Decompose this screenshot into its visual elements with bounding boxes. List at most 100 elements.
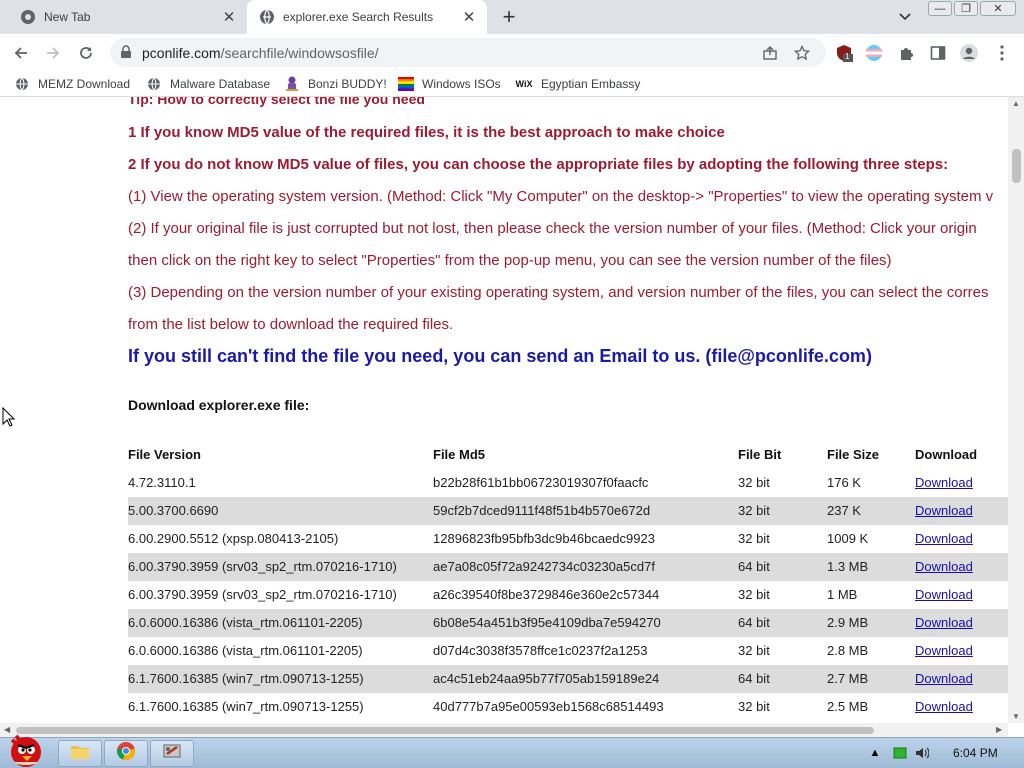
file-size-cell: 1 MB (827, 587, 858, 602)
horizontal-scroll-thumb[interactable] (16, 727, 874, 734)
close-icon[interactable]: ✕ (459, 7, 479, 27)
download-link[interactable]: Download (915, 475, 973, 490)
file-size-cell: 2.5 MB (827, 699, 869, 714)
table-row: 6.0.6000.16386 (vista_rtm.061101-2205) d… (128, 637, 1008, 665)
back-button[interactable] (8, 40, 34, 66)
volume-icon[interactable] (915, 746, 929, 760)
taskbar: ▲ 6:04 PM (0, 734, 1024, 768)
bookmark-bonzi-buddy[interactable]: Bonzi BUDDY! (284, 75, 387, 93)
file-md5-cell: 59cf2b7dced9111f48f51b4b570e672d (433, 503, 651, 518)
column-header-file-md5: File Md5 (433, 447, 486, 462)
profile-avatar-icon[interactable] (959, 43, 979, 63)
app-tools-icon (162, 742, 182, 765)
url-text[interactable]: pconlife.com/searchfile/windowsosfile/ (142, 45, 379, 61)
vertical-scroll-thumb[interactable] (1012, 149, 1021, 183)
download-link[interactable]: Download (915, 615, 973, 630)
restore-button[interactable]: ❐ (954, 1, 978, 16)
globe-icon (259, 9, 275, 25)
file-bit-cell: 32 bit (738, 587, 770, 602)
new-tab-button[interactable]: + (497, 4, 521, 29)
table-row: 6.0.6000.16386 (vista_rtm.061101-2205) 6… (128, 609, 1008, 637)
window-close-button[interactable]: ✕ (980, 1, 1016, 16)
mouse-cursor-icon (2, 407, 16, 427)
tip-heading: Tip: How to correctly select the file yo… (128, 97, 425, 107)
tab-title: explorer.exe Search Results (283, 10, 434, 24)
taskbar-explorer-button[interactable] (58, 740, 102, 767)
email-contact-line: If you still can't find the file you nee… (128, 346, 872, 366)
tab-new-tab[interactable]: New Tab ✕ (0, 0, 247, 34)
file-version-cell: 6.00.2900.5512 (xpsp.080413-2105) (128, 531, 339, 546)
column-header-file-bit: File Bit (738, 447, 782, 462)
column-header-file-size: File Size (827, 447, 880, 462)
file-md5-cell: ae7a08c05f72a9242734c03230a5cd7f (433, 559, 655, 574)
page-content: Tip: How to correctly select the file yo… (0, 97, 1008, 723)
scroll-up-arrow-icon[interactable]: ▲ (1012, 99, 1020, 108)
star-icon[interactable] (793, 44, 811, 62)
download-link[interactable]: Download (915, 699, 973, 714)
horizontal-scrollbar[interactable]: ◀ ▶ (0, 723, 1008, 737)
file-bit-cell: 64 bit (738, 671, 770, 686)
table-row: 6.00.2900.5512 (xpsp.080413-2105) 128968… (128, 525, 1008, 553)
file-size-cell: 2.7 MB (827, 671, 869, 686)
show-hidden-icons-icon[interactable]: ▲ (868, 746, 882, 760)
extension-shield-icon[interactable]: 1 (834, 43, 854, 63)
bookmark-malware-database[interactable]: Malware Database (146, 75, 270, 93)
file-size-cell: 1009 K (827, 531, 869, 546)
share-icon[interactable] (761, 44, 779, 62)
table-row: 6.00.3790.3959 (srv03_sp2_rtm.070216-171… (128, 581, 1008, 609)
file-size-cell: 237 K (827, 503, 861, 518)
instruction-step-2: 2 If you do not know MD5 value of files,… (128, 156, 949, 173)
side-panel-icon[interactable] (928, 43, 948, 63)
file-md5-cell: 40d777b7a95e00593eb1568c68514493 (433, 699, 664, 714)
globe-icon (146, 76, 162, 92)
chevron-down-icon[interactable] (895, 8, 915, 26)
taskbar-clock[interactable]: 6:04 PM (953, 746, 998, 760)
download-link[interactable]: Download (915, 559, 973, 574)
download-link[interactable]: Download (915, 671, 973, 686)
scroll-right-arrow-icon[interactable]: ▶ (996, 725, 1002, 734)
file-version-cell: 6.0.6000.16386 (vista_rtm.061101-2205) (128, 643, 363, 658)
download-heading: Download explorer.exe file: (128, 397, 310, 413)
file-version-cell: 6.1.7600.16385 (win7_rtm.090713-1255) (128, 699, 364, 714)
instruction-substep-2: (2) If your original file is just corrup… (128, 220, 977, 237)
extensions-puzzle-icon[interactable] (896, 43, 916, 63)
extension-badge: 1 (845, 52, 850, 61)
bookmark-windows-isos[interactable]: Windows ISOs (398, 75, 501, 93)
download-link[interactable]: Download (915, 643, 973, 658)
flag-icon (398, 76, 414, 92)
download-link[interactable]: Download (915, 587, 973, 602)
file-md5-cell: a26c39540f8be3729846e360e2c57344 (433, 587, 660, 602)
file-bit-cell: 32 bit (738, 475, 770, 490)
bookmark-egyptian-embassy[interactable]: WiX Egyptian Embassy (515, 75, 641, 93)
file-md5-cell: 6b08e54a451b3f95e4109dba7e594270 (433, 615, 661, 630)
instruction-step-1: 1 If you know MD5 value of the required … (128, 124, 725, 141)
file-version-cell: 6.1.7600.16385 (win7_rtm.090713-1255) (128, 671, 364, 686)
file-md5-cell: 12896823fb95bfb3dc9b46bcaedc9923 (433, 531, 655, 546)
scroll-down-arrow-icon[interactable]: ▼ (1012, 712, 1020, 721)
forward-button[interactable] (40, 40, 66, 66)
download-link[interactable]: Download (915, 503, 973, 518)
browser-toolbar: pconlife.com/searchfile/windowsosfile/ 1 (0, 34, 1024, 71)
taskbar-chrome-button[interactable] (104, 740, 148, 767)
minimize-button[interactable]: — (928, 1, 952, 16)
bookmarks-bar: MEMZ Download Malware Database Bonzi BUD… (0, 71, 1024, 97)
reload-button[interactable] (73, 40, 99, 66)
file-bit-cell: 32 bit (738, 643, 770, 658)
start-button-angry-bird-icon[interactable] (2, 732, 48, 768)
bookmark-label: Malware Database (170, 77, 271, 91)
tab-explorer-search[interactable]: explorer.exe Search Results ✕ (247, 0, 487, 34)
bookmark-label: Egyptian Embassy (541, 77, 641, 91)
lock-icon[interactable] (120, 45, 132, 64)
file-bit-cell: 64 bit (738, 559, 770, 574)
trans-flag-extension-icon[interactable] (864, 43, 884, 63)
instruction-substep-1: (1) View the operating system version. (… (128, 188, 994, 205)
address-bar[interactable]: pconlife.com/searchfile/windowsosfile/ (110, 38, 826, 67)
vertical-scrollbar[interactable]: ▲ ▼ (1008, 97, 1024, 723)
bookmark-memz-download[interactable]: MEMZ Download (14, 75, 130, 93)
download-link[interactable]: Download (915, 531, 973, 546)
tab-title: New Tab (44, 10, 91, 24)
close-icon[interactable]: ✕ (219, 7, 239, 27)
taskbar-app-button[interactable] (150, 740, 194, 767)
battery-icon[interactable] (893, 746, 907, 760)
menu-kebab-icon[interactable] (992, 43, 1012, 63)
